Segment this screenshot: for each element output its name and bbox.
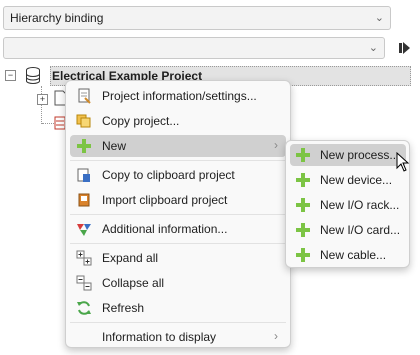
menu-item-collapse-all[interactable]: Collapse all <box>70 272 286 294</box>
menu-item-project-information[interactable]: Project information/settings... <box>70 85 286 107</box>
menu-item-label: Expand all <box>102 251 159 265</box>
new-submenu: New process... New device... New I/O rac… <box>285 140 410 268</box>
go-button[interactable] <box>393 38 415 58</box>
menu-item-label: Copy project... <box>102 114 180 128</box>
tree-collapse-toggle[interactable]: − <box>5 70 16 81</box>
menu-item-label: New <box>102 139 127 153</box>
collapse-all-icon <box>76 275 92 291</box>
menu-item-refresh[interactable]: Refresh <box>70 297 286 319</box>
menu-item-information-to-display[interactable]: Information to display › <box>70 326 286 348</box>
menu-item-label: Import clipboard project <box>102 193 228 207</box>
menu-item-label: Refresh <box>102 301 145 315</box>
plus-icon <box>296 248 310 262</box>
plus-icon <box>77 139 91 153</box>
settings-icon <box>78 88 91 104</box>
plus-icon <box>296 198 310 212</box>
expand-all-icon <box>76 250 92 266</box>
tree-expand-toggle[interactable]: + <box>37 94 48 105</box>
menu-item-additional-information[interactable]: Additional information... <box>70 218 286 240</box>
menu-item-copy-project[interactable]: Copy project... <box>70 110 286 132</box>
menu-item-copy-to-clipboard[interactable]: Copy to clipboard project <box>70 164 286 186</box>
menu-item-new[interactable]: New › <box>70 135 286 157</box>
import-icon <box>78 193 90 207</box>
mouse-cursor-icon <box>396 152 410 172</box>
view-select-value: Hierarchy binding <box>10 11 104 25</box>
refresh-icon <box>77 301 91 315</box>
menu-item-expand-all[interactable]: Expand all <box>70 247 286 269</box>
menu-item-label: Information to display <box>102 330 217 344</box>
submenu-item-label: New I/O rack... <box>320 198 400 212</box>
submenu-item-new-io-rack[interactable]: New I/O rack... <box>290 194 406 216</box>
menu-item-label: Additional information... <box>102 222 228 236</box>
chevron-down-icon: ⌄ <box>368 42 378 54</box>
submenu-item-label: New process... <box>320 148 400 162</box>
submenu-item-new-process[interactable]: New process... <box>290 144 406 166</box>
plus-icon <box>296 148 310 162</box>
plus-icon <box>296 223 310 237</box>
menu-item-label: Project information/settings... <box>102 89 257 103</box>
plus-icon <box>296 173 310 187</box>
submenu-item-new-cable[interactable]: New cable... <box>290 244 406 266</box>
submenu-item-label: New I/O card... <box>320 223 401 237</box>
database-icon <box>26 67 40 84</box>
view-select[interactable]: Hierarchy binding ⌄ <box>3 6 391 30</box>
additional-info-icon <box>77 224 91 236</box>
submenu-item-label: New cable... <box>320 248 387 262</box>
chevron-right-icon: › <box>274 329 278 343</box>
chevron-down-icon: ⌄ <box>374 12 384 24</box>
menu-item-import-clipboard[interactable]: Import clipboard project <box>70 189 286 211</box>
submenu-item-new-device[interactable]: New device... <box>290 169 406 191</box>
context-menu: Project information/settings... Copy pro… <box>65 80 291 348</box>
chevron-right-icon: › <box>274 138 278 152</box>
submenu-item-label: New device... <box>320 173 393 187</box>
filter-select[interactable]: ⌄ <box>3 37 385 59</box>
submenu-item-new-io-card[interactable]: New I/O card... <box>290 219 406 241</box>
clipboard-icon <box>77 168 90 182</box>
copy-project-icon <box>76 114 91 128</box>
menu-item-label: Collapse all <box>102 276 165 290</box>
arrow-right-icon <box>399 42 410 54</box>
menu-item-label: Copy to clipboard project <box>102 168 235 182</box>
